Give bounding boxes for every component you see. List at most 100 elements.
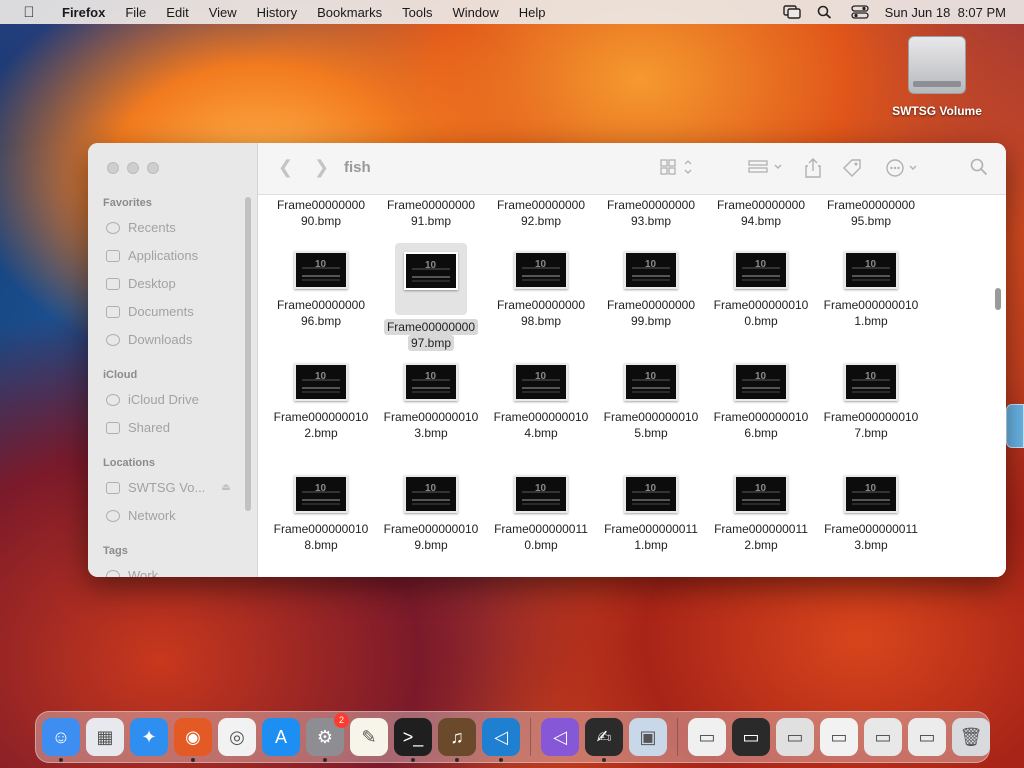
file-item[interactable]: Frame00000000 94.bmp: [706, 195, 816, 229]
tag-circle-icon: [106, 569, 120, 577]
file-item[interactable]: Frame0000000109.bmp: [376, 475, 486, 553]
sidebar-item-tag-work[interactable]: Work: [106, 568, 158, 577]
dock-item-chrome[interactable]: ◎: [218, 718, 256, 756]
file-item[interactable]: Frame00000000 91.bmp: [376, 195, 486, 229]
minimize-button[interactable]: [127, 162, 139, 174]
control-center-icon[interactable]: [850, 5, 869, 19]
sidebar-item-recents[interactable]: Recents: [106, 220, 176, 235]
running-indicator: [191, 758, 195, 762]
running-indicator: [59, 758, 63, 762]
dock-item-textedit[interactable]: ✎: [350, 718, 388, 756]
file-item[interactable]: Frame0000000108.bmp: [266, 475, 376, 553]
more-actions-icon[interactable]: [886, 158, 920, 182]
sidebar-item-documents[interactable]: Documents: [106, 304, 194, 319]
sidebar-item-swtsg-volume[interactable]: SWTSG Vo... ⏏: [106, 480, 231, 495]
image-thumbnail: [514, 475, 568, 513]
file-item[interactable]: Frame00000000 92.bmp: [486, 195, 596, 229]
dock-item-system-settings[interactable]: ⚙ 2: [306, 713, 349, 762]
menu-bar:  Firefox File Edit View History Bookmar…: [0, 0, 1024, 24]
file-item[interactable]: Frame0000000111.bmp: [596, 475, 706, 553]
dock-item-visual-studio[interactable]: ◁: [541, 718, 579, 756]
finder-sidebar: Favorites Recents Applications Desktop D…: [88, 143, 258, 577]
file-item[interactable]: Frame00000000 95.bmp: [816, 195, 926, 229]
menu-edit[interactable]: Edit: [156, 5, 198, 20]
file-item[interactable]: Frame0000000113.bmp: [816, 475, 926, 553]
trash-icon: 🗑: [959, 726, 983, 747]
dock-item-window-4[interactable]: ▭: [820, 718, 858, 756]
spotlight-search-icon[interactable]: [817, 5, 835, 19]
dock-item-window-6[interactable]: ▭: [908, 718, 946, 756]
running-indicator: [411, 758, 415, 762]
content-scrollbar[interactable]: [995, 288, 1001, 310]
dock-item-window-2[interactable]: ▭: [732, 718, 770, 756]
file-item-selected[interactable]: Frame0000000097.bmp: [376, 243, 486, 351]
dock-item-preview[interactable]: ▣: [629, 718, 667, 756]
menu-help[interactable]: Help: [509, 5, 556, 20]
file-item[interactable]: Frame0000000110.bmp: [486, 475, 596, 553]
file-item[interactable]: Frame0000000107.bmp: [816, 363, 926, 441]
dock-item-app-store[interactable]: A: [262, 718, 300, 756]
eject-icon[interactable]: ⏏: [221, 482, 230, 493]
file-name: Frame00000000 90.bmp: [276, 198, 366, 228]
dock-item-doc-viewer[interactable]: ✍: [585, 718, 623, 762]
file-item[interactable]: Frame0000000096.bmp: [266, 251, 376, 329]
dock-item-finder[interactable]: ☺: [42, 718, 80, 762]
search-icon[interactable]: [970, 158, 988, 180]
view-mode-icon[interactable]: [660, 158, 694, 180]
file-item[interactable]: Frame00000000 93.bmp: [596, 195, 706, 229]
apple-menu-icon[interactable]: : [18, 4, 40, 21]
launchpad-icon: ▦: [96, 726, 114, 747]
file-item[interactable]: Frame0000000100.bmp: [706, 251, 816, 329]
file-item[interactable]: Frame0000000102.bmp: [266, 363, 376, 441]
dock-item-launchpad[interactable]: ▦: [86, 718, 124, 756]
menu-bookmarks[interactable]: Bookmarks: [307, 5, 392, 20]
sidebar-header-favorites: Favorites: [103, 197, 152, 209]
zoom-button[interactable]: [147, 162, 159, 174]
forward-chevron-icon[interactable]: ❯: [314, 157, 329, 178]
dock: ☺ ▦ ✦ ◉ ◎ A ⚙ 2 ✎ >_ ♫ ◁ ◁ ✍ ▣ ▭ ▭ ▭ ▭ ▭ ▭ 🗑: [35, 711, 990, 763]
menu-file[interactable]: File: [115, 5, 156, 20]
close-button[interactable]: [107, 162, 119, 174]
tag-icon[interactable]: [842, 158, 862, 182]
dock-item-guitar-app[interactable]: ♫: [438, 718, 476, 762]
menu-app-name[interactable]: Firefox: [52, 5, 115, 20]
dock-item-window-3[interactable]: ▭: [776, 718, 814, 756]
sidebar-item-shared[interactable]: Shared: [106, 420, 170, 435]
sidebar-scrollbar[interactable]: [245, 197, 251, 511]
back-chevron-icon[interactable]: ❮: [278, 157, 293, 178]
file-item[interactable]: Frame0000000112.bmp: [706, 475, 816, 553]
offscreen-window-edge[interactable]: [1006, 404, 1024, 448]
sidebar-item-network[interactable]: Network: [106, 508, 176, 523]
file-item[interactable]: Frame0000000103.bmp: [376, 363, 486, 441]
window-thumb-icon: ▭: [742, 726, 760, 747]
file-item[interactable]: Frame0000000105.bmp: [596, 363, 706, 441]
menu-clock[interactable]: Sun Jun 18 8:07 PM: [885, 5, 1006, 20]
file-item[interactable]: Frame0000000101.bmp: [816, 251, 926, 329]
menu-tools[interactable]: Tools: [392, 5, 442, 20]
dock-item-window-1[interactable]: ▭: [688, 718, 726, 756]
dock-item-firefox[interactable]: ◉: [174, 718, 212, 762]
dock-item-vscode[interactable]: ◁: [482, 718, 520, 762]
dock-item-terminal[interactable]: >_: [394, 718, 432, 762]
share-icon[interactable]: [804, 158, 822, 182]
sidebar-item-icloud-drive[interactable]: iCloud Drive: [106, 392, 199, 407]
file-item[interactable]: Frame0000000099.bmp: [596, 251, 706, 329]
menu-view[interactable]: View: [199, 5, 247, 20]
file-item[interactable]: Frame00000000 90.bmp: [266, 195, 376, 229]
dock-item-trash[interactable]: 🗑: [952, 718, 990, 756]
desktop-volume[interactable]: SWTSG Volume: [884, 36, 990, 118]
menu-history[interactable]: History: [247, 5, 307, 20]
screen-mirroring-icon[interactable]: [782, 5, 801, 19]
file-item[interactable]: Frame0000000106.bmp: [706, 363, 816, 441]
sidebar-item-desktop[interactable]: Desktop: [106, 276, 176, 291]
document-icon: ✍: [596, 726, 612, 747]
file-item[interactable]: Frame0000000104.bmp: [486, 363, 596, 441]
sidebar-item-downloads[interactable]: Downloads: [106, 332, 192, 347]
firefox-icon: ◉: [185, 726, 201, 747]
dock-item-safari[interactable]: ✦: [130, 718, 168, 756]
group-by-icon[interactable]: [748, 158, 786, 180]
dock-item-window-5[interactable]: ▭: [864, 718, 902, 756]
sidebar-item-applications[interactable]: Applications: [106, 248, 198, 263]
menu-window[interactable]: Window: [443, 5, 509, 20]
file-item[interactable]: Frame0000000098.bmp: [486, 251, 596, 329]
